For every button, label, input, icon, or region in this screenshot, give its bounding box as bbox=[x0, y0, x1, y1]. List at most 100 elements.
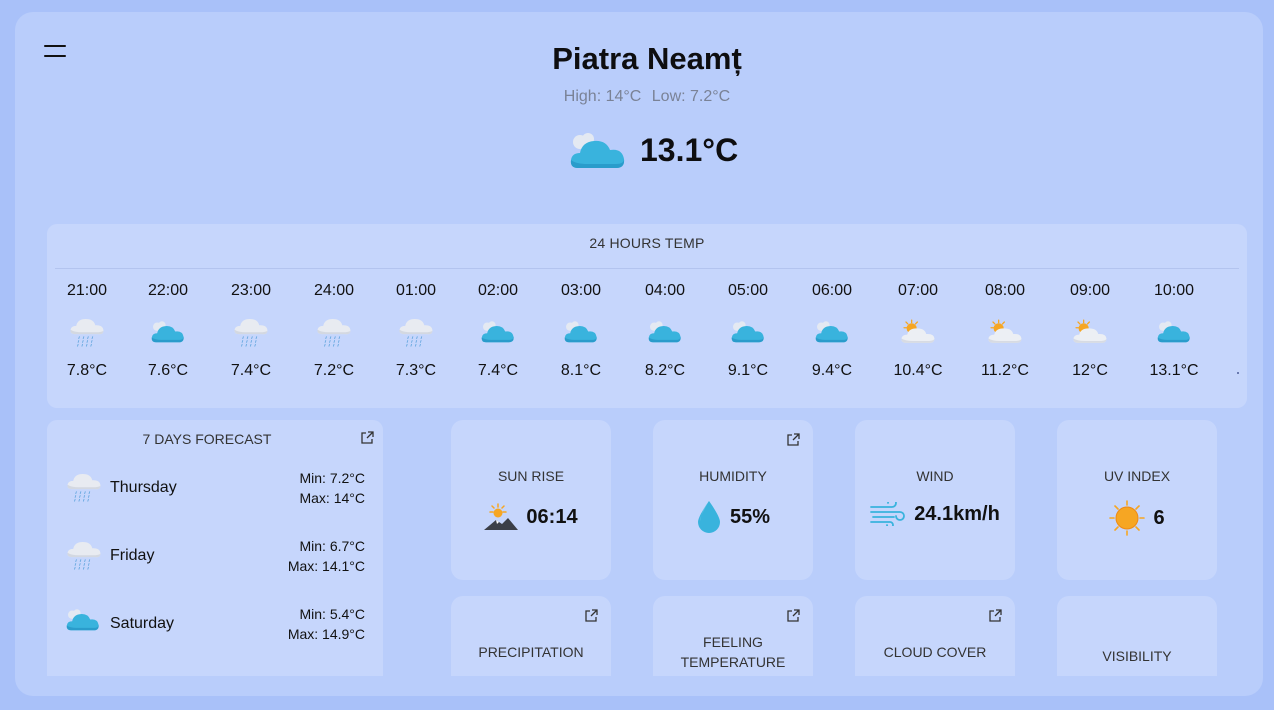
rain-cloud-icon bbox=[397, 315, 435, 347]
humidity-value: 55% bbox=[729, 505, 771, 528]
hour-temp: 8.1°C bbox=[560, 362, 602, 379]
precipitation-label: PRECIPITATION bbox=[478, 644, 584, 660]
external-link-icon[interactable] bbox=[785, 608, 801, 624]
hour-time: 04:00 bbox=[644, 282, 686, 299]
visibility-card[interactable]: VISIBILITY bbox=[1057, 596, 1217, 676]
uv-index-card[interactable]: UV INDEX 6 bbox=[1057, 420, 1217, 580]
hour-temp: 7.2°C bbox=[313, 362, 355, 379]
hour-item: 10:00 13.1°C bbox=[1139, 282, 1209, 380]
forecast-min: Min: 7.2°C bbox=[299, 470, 365, 486]
forecast-max: Max: 14.1°C bbox=[287, 558, 365, 574]
forecast-day-name: Saturday bbox=[110, 615, 175, 632]
current-weather: 13.1°C bbox=[568, 120, 738, 180]
hour-item: 02:00 7.4°C bbox=[463, 282, 533, 380]
precipitation-card[interactable]: PRECIPITATION bbox=[451, 596, 611, 676]
forecast-day-row: Thursday Min: 7.2°C Max: 14°C bbox=[65, 464, 365, 510]
hour-time: 08:00 bbox=[984, 282, 1026, 299]
humidity-label: HUMIDITY bbox=[699, 468, 767, 484]
hour-time: 24:00 bbox=[313, 282, 355, 299]
cloud-icon bbox=[563, 318, 599, 345]
city-name: Piatra Neamț bbox=[552, 41, 742, 76]
cloud-icon bbox=[150, 318, 186, 345]
hourly-title: 24 HOURS TEMP bbox=[589, 235, 705, 251]
external-link-icon[interactable] bbox=[359, 430, 375, 446]
cloud-icon bbox=[65, 606, 101, 633]
hour-item: 21:00 7.8°C bbox=[52, 282, 122, 380]
wind-card[interactable]: WIND 24.1km/h bbox=[855, 420, 1015, 580]
forecast-min: Min: 5.4°C bbox=[299, 606, 365, 622]
partly-sunny-icon bbox=[1071, 317, 1109, 346]
sunrise-card[interactable]: SUN RISE 06:14 bbox=[451, 420, 611, 580]
hour-temp: 8.2°C bbox=[644, 362, 686, 379]
hour-temp: 12°C bbox=[1072, 362, 1108, 379]
rain-cloud-icon bbox=[232, 315, 270, 347]
rain-cloud-icon bbox=[65, 538, 103, 570]
external-link-icon[interactable] bbox=[785, 432, 801, 448]
hour-time: 07:00 bbox=[897, 282, 939, 299]
cloud-icon bbox=[1156, 318, 1192, 345]
hour-temp: 10.4°C bbox=[893, 362, 943, 379]
rain-cloud-icon bbox=[65, 470, 103, 502]
hour-temp: 7.3°C bbox=[395, 362, 437, 379]
divider bbox=[55, 268, 1239, 269]
hour-item: 23:00 7.4°C bbox=[216, 282, 286, 380]
cloud-icon bbox=[814, 318, 850, 345]
hour-temp: 13.1°C bbox=[1149, 362, 1199, 379]
low-temp: Low: 7.2°C bbox=[651, 88, 731, 105]
hour-item: 05:00 9.1°C bbox=[713, 282, 783, 380]
scroll-indicator bbox=[1237, 372, 1239, 374]
hour-item: 01:00 7.3°C bbox=[381, 282, 451, 380]
wind-label: WIND bbox=[916, 468, 954, 484]
hour-item: 09:00 12°C bbox=[1055, 282, 1125, 380]
hour-time: 10:00 bbox=[1153, 282, 1195, 299]
cloud-cover-card[interactable]: CLOUD COVER bbox=[855, 596, 1015, 676]
hour-temp: 9.4°C bbox=[811, 362, 853, 379]
hour-item: 22:00 7.6°C bbox=[133, 282, 203, 380]
forecast-min: Min: 6.7°C bbox=[299, 538, 365, 554]
forecast-day-row: Saturday Min: 5.4°C Max: 14.9°C bbox=[65, 600, 365, 646]
uv-index-value-row: 6 bbox=[1057, 500, 1217, 536]
sunrise-icon bbox=[484, 503, 519, 530]
droplet-icon bbox=[697, 501, 720, 533]
sunrise-value: 06:14 bbox=[526, 505, 578, 528]
sun-icon bbox=[1109, 500, 1146, 536]
external-link-icon[interactable] bbox=[987, 608, 1003, 624]
feeling-temperature-card[interactable]: FEELING TEMPERATURE bbox=[653, 596, 813, 676]
cloud-icon bbox=[480, 318, 516, 345]
humidity-value-row: 55% bbox=[653, 500, 813, 534]
forecast-max: Max: 14°C bbox=[299, 490, 365, 506]
rain-cloud-icon bbox=[68, 315, 106, 347]
hour-item: 04:00 8.2°C bbox=[630, 282, 700, 380]
hour-time: 09:00 bbox=[1069, 282, 1111, 299]
external-link-icon[interactable] bbox=[583, 608, 599, 624]
hour-temp: 11.2°C bbox=[981, 362, 1029, 379]
current-temp: 13.1°C bbox=[640, 131, 739, 168]
partly-sunny-icon bbox=[899, 317, 937, 346]
uv-index-label: UV INDEX bbox=[1103, 468, 1171, 484]
visibility-label: VISIBILITY bbox=[1102, 648, 1172, 664]
wind-value: 24.1km/h bbox=[914, 502, 1000, 525]
hour-temp: 7.4°C bbox=[230, 362, 272, 379]
forecast-min-max: Min: 6.7°C Max: 14.1°C bbox=[288, 536, 365, 576]
hour-item: 03:00 8.1°C bbox=[546, 282, 616, 380]
partly-sunny-icon bbox=[986, 317, 1024, 346]
hour-temp: 9.1°C bbox=[727, 362, 769, 379]
high-low-temps: High: 14°C Low: 7.2°C bbox=[15, 88, 1263, 106]
hour-item: 07:00 10.4°C bbox=[883, 282, 953, 380]
cloud-icon bbox=[647, 318, 683, 345]
rain-cloud-icon bbox=[315, 315, 353, 347]
hour-time: 05:00 bbox=[727, 282, 769, 299]
forecast-min-max: Min: 5.4°C Max: 14.9°C bbox=[288, 604, 365, 644]
sunrise-value-row: 06:14 bbox=[451, 502, 611, 532]
hour-time: 03:00 bbox=[560, 282, 602, 299]
forecast-title: 7 DAYS FORECAST bbox=[142, 431, 272, 447]
hour-item: 24:00 7.2°C bbox=[299, 282, 369, 380]
hour-temp: 7.8°C bbox=[66, 362, 108, 379]
wind-icon bbox=[870, 502, 906, 526]
cloud-cover-label: CLOUD COVER bbox=[883, 644, 987, 660]
hour-temp: 7.4°C bbox=[477, 362, 519, 379]
humidity-card[interactable]: HUMIDITY 55% bbox=[653, 420, 813, 580]
hour-time: 21:00 bbox=[66, 282, 108, 299]
forecast-day-row: Friday Min: 6.7°C Max: 14.1°C bbox=[65, 532, 365, 578]
forecast-panel: 7 DAYS FORECAST Thursday Min: 7.2°C Max: 1… bbox=[47, 420, 383, 676]
